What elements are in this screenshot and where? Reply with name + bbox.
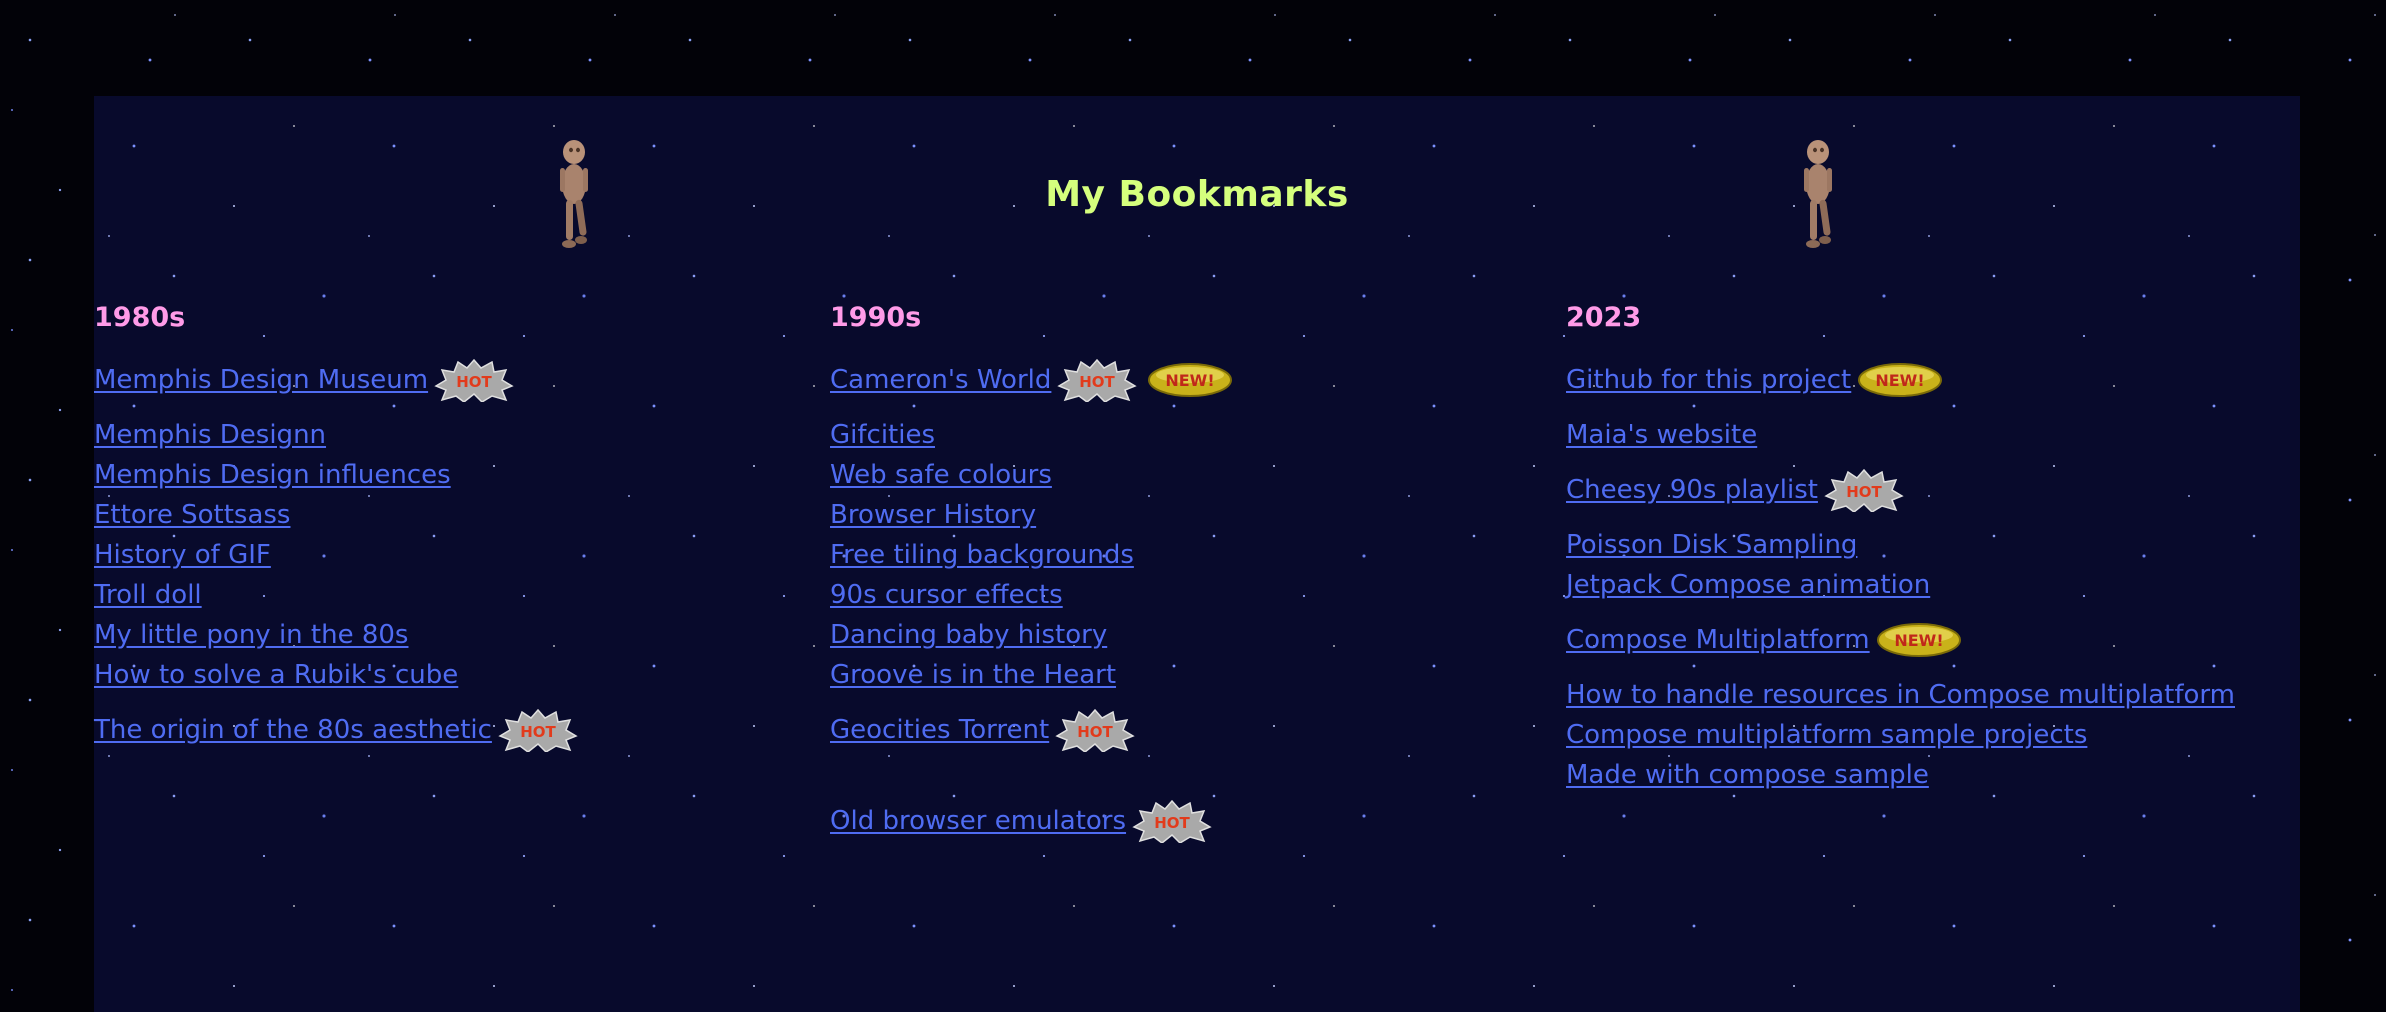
list-item: Free tiling backgrounds — [830, 535, 1530, 575]
bookmark-link[interactable]: Compose Multiplatform — [1566, 625, 1870, 655]
badge-text: HOT — [1077, 723, 1113, 741]
list-item: My little pony in the 80s — [94, 615, 794, 655]
bookmark-link[interactable]: Memphis Design influences — [94, 460, 451, 490]
bookmark-link[interactable]: Web safe colours — [830, 460, 1052, 490]
hot-badge-icon: HOT — [434, 358, 514, 402]
bookmarks-panel: My Bookmarks 1980s Memphis Design Museum… — [94, 96, 2300, 1012]
list-item: The origin of the 80s aesthetic HOT — [94, 702, 794, 758]
hot-badge-icon: HOT — [1057, 358, 1138, 402]
bookmark-link[interactable]: 90s cursor effects — [830, 580, 1063, 610]
bookmark-link[interactable]: Memphis Design Museum — [94, 365, 428, 395]
bookmark-link[interactable]: Gifcities — [830, 420, 935, 450]
list-item: Browser History — [830, 495, 1530, 535]
bookmark-link[interactable]: Cameron's World — [830, 365, 1051, 395]
list-item: Dancing baby history — [830, 615, 1530, 655]
hot-badge-icon: HOT — [1132, 799, 1212, 843]
bookmark-link[interactable]: Dancing baby history — [830, 620, 1107, 650]
badge-text: NEW! — [1876, 371, 1925, 390]
column-heading: 1990s — [830, 302, 922, 333]
list-item: Ettore Sottsass — [94, 495, 794, 535]
badge-text: HOT — [520, 723, 556, 741]
new-badge-icon: NEW! — [1876, 623, 1961, 657]
list-item: Compose Multiplatform NEW! — [1566, 612, 2266, 668]
list-item: Cameron's World HOT NEW! — [830, 352, 1530, 408]
column-1980s: 1980s Memphis Design Museum HOT Memphis … — [94, 304, 794, 765]
dancing-baby-icon — [1804, 140, 1832, 248]
hot-badge-icon: HOT — [1055, 708, 1135, 752]
bookmark-link[interactable]: History of GIF — [94, 540, 271, 570]
badge-text: NEW! — [1894, 631, 1943, 650]
bookmark-link[interactable]: Old browser emulators — [830, 806, 1126, 836]
column-1990s: 1990s Cameron's World HOT NEW! Gifcities… — [830, 304, 1530, 856]
list-item: 90s cursor effects — [830, 575, 1530, 615]
list-item: Maia's website — [1566, 415, 2266, 455]
bookmark-list: Memphis Design Museum HOT Memphis Design… — [94, 352, 794, 758]
list-item: Geocities Torrent HOT — [830, 702, 1530, 758]
bookmark-link[interactable]: Maia's website — [1566, 420, 1757, 450]
page-title: My Bookmarks — [1045, 174, 1349, 215]
list-item: Web safe colours — [830, 455, 1530, 495]
bookmark-link[interactable]: Poisson Disk Sampling — [1566, 530, 1857, 560]
list-item: Gifcities — [830, 415, 1530, 455]
list-item: Made with compose sample — [1566, 755, 2266, 795]
list-item: Github for this project NEW! — [1566, 352, 2266, 408]
bookmark-link[interactable]: Geocities Torrent — [830, 715, 1049, 745]
bookmark-link[interactable]: Compose multiplatform sample projects — [1566, 720, 2087, 750]
hot-badge-icon: HOT — [498, 708, 578, 752]
bookmark-list: Github for this project NEW! Maia's webs… — [1566, 352, 2266, 795]
list-item: Compose multiplatform sample projects — [1566, 715, 2266, 755]
bookmark-link[interactable]: Github for this project — [1566, 365, 1851, 395]
new-badge-icon: NEW! — [1148, 363, 1233, 397]
list-item: Troll doll — [94, 575, 794, 615]
list-item: Groove is in the Heart — [830, 655, 1530, 695]
list-item: History of GIF — [94, 535, 794, 575]
column-heading: 2023 — [1566, 302, 1642, 333]
list-item: Memphis Design influences — [94, 455, 794, 495]
bookmark-link[interactable]: Groove is in the Heart — [830, 660, 1116, 690]
badge-text: NEW! — [1166, 371, 1215, 390]
list-item: How to handle resources in Compose multi… — [1566, 675, 2266, 715]
hot-badge-icon: HOT — [1824, 468, 1904, 512]
bookmark-link[interactable]: How to handle resources in Compose multi… — [1566, 680, 2235, 710]
bookmark-link[interactable]: How to solve a Rubik's cube — [94, 660, 458, 690]
new-badge-icon: NEW! — [1858, 363, 1943, 397]
list-item: Cheesy 90s playlist HOT — [1566, 462, 2266, 518]
list-item: How to solve a Rubik's cube — [94, 655, 794, 695]
list-item: Memphis Design Museum HOT — [94, 352, 794, 408]
bookmark-link[interactable]: Cheesy 90s playlist — [1566, 475, 1818, 505]
bookmark-link[interactable]: Browser History — [830, 500, 1036, 530]
list-item: Poisson Disk Sampling — [1566, 525, 2266, 565]
bookmark-link[interactable]: My little pony in the 80s — [94, 620, 408, 650]
bookmark-link[interactable]: Free tiling backgrounds — [830, 540, 1134, 570]
badge-text: HOT — [456, 373, 492, 391]
bookmark-link[interactable]: Ettore Sottsass — [94, 500, 290, 530]
bookmark-link[interactable]: Troll doll — [94, 580, 202, 610]
list-item: Jetpack Compose animation — [1566, 565, 2266, 605]
badge-text: HOT — [1080, 373, 1116, 391]
bookmark-link[interactable]: Memphis Designn — [94, 420, 326, 450]
column-heading: 1980s — [94, 302, 186, 333]
bookmark-link[interactable]: Jetpack Compose animation — [1566, 570, 1930, 600]
column-2023: 2023 Github for this project NEW! Maia's… — [1566, 304, 2266, 795]
list-item: Old browser emulators HOT — [830, 793, 1530, 849]
badge-text: HOT — [1846, 483, 1882, 501]
bookmark-link[interactable]: The origin of the 80s aesthetic — [94, 715, 492, 745]
bookmark-link[interactable]: Made with compose sample — [1566, 760, 1929, 790]
bookmark-list: Cameron's World HOT NEW! Gifcities Web s… — [830, 352, 1530, 849]
badge-text: HOT — [1154, 814, 1190, 832]
list-item: Memphis Designn — [94, 415, 794, 455]
